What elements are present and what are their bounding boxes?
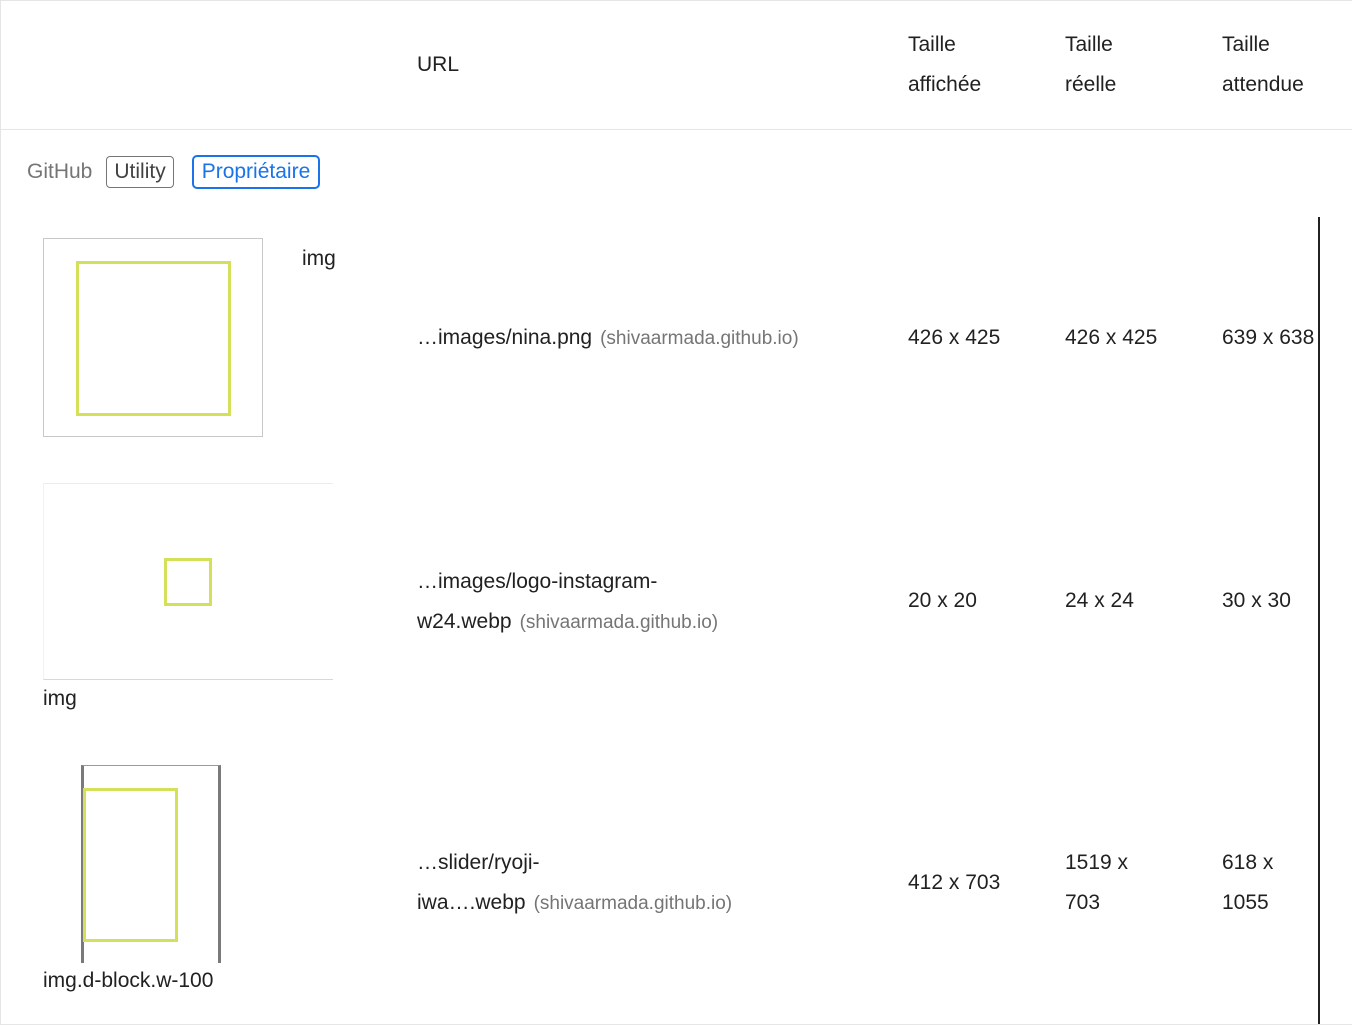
header-expected-line2: attendue: [1222, 73, 1304, 96]
url-text[interactable]: …images/nina.png: [417, 326, 592, 349]
header-actual-line2: réelle: [1065, 73, 1117, 96]
actual-size-value: 1519 x 703: [1065, 843, 1128, 923]
image-thumbnail[interactable]: [81, 765, 221, 963]
url-origin: (shivaarmada.github.io): [600, 328, 799, 349]
utility-badge: Utility: [106, 156, 174, 188]
url-cell[interactable]: …slider/ryoji- iwa….webp (shivaarmada.git…: [417, 843, 732, 924]
url-text-line2[interactable]: iwa….webp: [417, 891, 526, 914]
displayed-size-value: 20 x 20: [908, 589, 977, 612]
image-thumbnail[interactable]: [43, 238, 263, 437]
displayed-size-value: 412 x 703: [908, 871, 1001, 894]
expected-size-value: 639 x 638: [1222, 326, 1315, 349]
header-displayed-line2: affichée: [908, 73, 982, 96]
image-size-audit-table: URL Taille affichée Taille réelle Taille…: [0, 0, 1352, 1025]
node-label[interactable]: img.d-block.w-100: [43, 969, 213, 993]
overflow-edge-marker: [1318, 217, 1320, 1025]
url-text-line1[interactable]: …slider/ryoji-: [417, 843, 732, 883]
displayed-size-overlay: [164, 558, 212, 606]
header-actual-line1: Taille: [1065, 33, 1113, 56]
actual-size-line2: 703: [1065, 891, 1101, 914]
url-origin: (shivaarmada.github.io): [533, 893, 733, 914]
header-expected-size: Taille attendue: [1222, 25, 1304, 105]
expected-size-value: 30 x 30: [1222, 589, 1291, 612]
url-cell[interactable]: …images/nina.png (shivaarmada.github.io): [417, 318, 799, 359]
expected-size-line1: 618 x: [1222, 851, 1274, 874]
entity-name: GitHub: [27, 160, 93, 183]
header-actual-size: Taille réelle: [1065, 25, 1116, 105]
displayed-size-overlay: [76, 261, 231, 416]
displayed-size-value: 426 x 425: [908, 326, 1001, 349]
url-text-line1[interactable]: …images/logo-instagram-: [417, 562, 718, 602]
url-origin: (shivaarmada.github.io): [519, 612, 719, 633]
expected-size-value: 618 x 1055: [1222, 843, 1273, 923]
url-cell[interactable]: …images/logo-instagram- w24.webp (shivaar…: [417, 562, 718, 643]
node-label[interactable]: img: [302, 247, 336, 271]
image-thumbnail[interactable]: [43, 483, 333, 680]
owner-badge: Propriétaire: [191, 155, 321, 189]
table-header: URL Taille affichée Taille réelle Taille…: [1, 1, 1352, 130]
header-url: URL: [417, 53, 460, 76]
actual-size-value: 24 x 24: [1065, 589, 1134, 612]
header-displayed-size: Taille affichée: [908, 25, 981, 105]
actual-size-value: 426 x 425: [1065, 326, 1158, 349]
header-expected-line1: Taille: [1222, 33, 1270, 56]
url-text-line2[interactable]: w24.webp: [417, 610, 512, 633]
displayed-size-overlay: [83, 788, 178, 942]
header-displayed-line1: Taille: [908, 33, 956, 56]
node-label[interactable]: img: [43, 687, 77, 711]
expected-size-line2: 1055: [1222, 891, 1269, 914]
actual-size-line1: 1519 x: [1065, 851, 1129, 874]
entity-group-row: GitHub Utility Propriétaire: [27, 154, 338, 190]
